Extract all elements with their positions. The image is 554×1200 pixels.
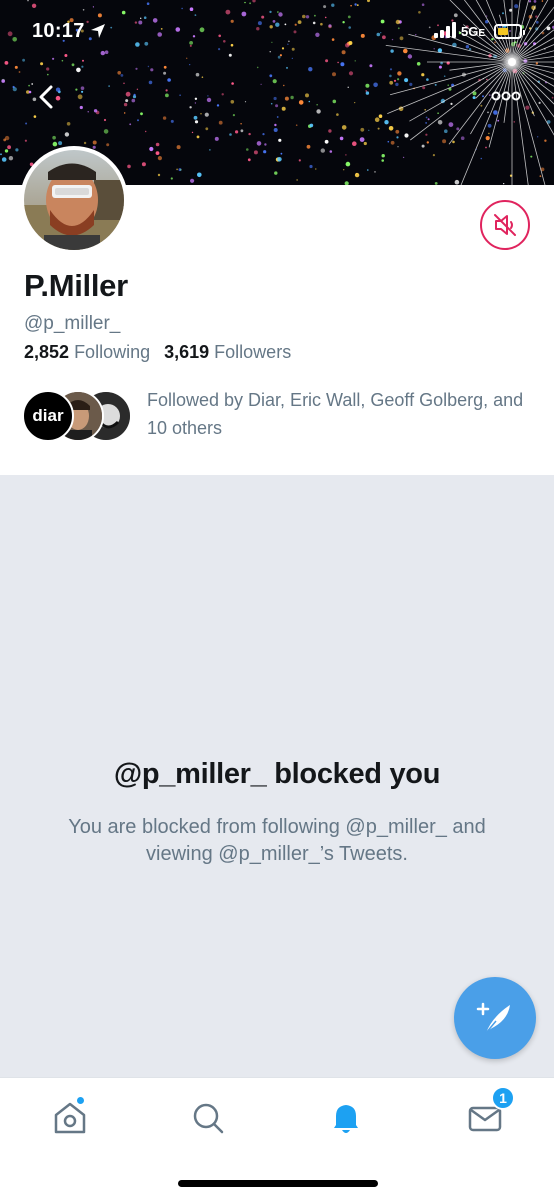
blocked-title: @p_miller_ blocked you: [113, 758, 441, 790]
search-icon: [193, 1103, 224, 1134]
unmute-button[interactable]: [480, 200, 530, 250]
tab-search[interactable]: [188, 1098, 228, 1138]
muted-speaker-icon: [494, 214, 516, 236]
signal-icon: [434, 22, 456, 38]
following-link[interactable]: 2,852 Following: [24, 342, 150, 362]
tab-messages[interactable]: 1: [465, 1086, 515, 1138]
home-new-indicator: [76, 1096, 85, 1105]
followed-by-text[interactable]: Followed by Diar, Eric Wall, Geoff Golbe…: [147, 386, 537, 442]
blocked-message: You are blocked from following @p_miller…: [68, 816, 486, 865]
profile-handle: @p_miller_: [24, 313, 121, 334]
avatar-image: [24, 150, 124, 250]
follow-stats: 2,852 Following 3,619 Followers: [24, 342, 291, 363]
followers-label: Followers: [214, 342, 292, 362]
home-icon: [54, 1102, 86, 1134]
follower-avatar-diar: diar: [22, 390, 74, 442]
followed-by-avatars[interactable]: diar: [22, 390, 134, 444]
network-type: 5GE: [461, 24, 486, 39]
followers-count: 3,619: [164, 342, 210, 362]
tab-notifications[interactable]: [326, 1098, 366, 1138]
home-indicator: [178, 1180, 378, 1187]
location-arrow-icon: [91, 24, 105, 38]
status-time: 10:17: [32, 20, 85, 42]
following-label: Following: [74, 342, 151, 362]
compose-feather-icon: [476, 1002, 510, 1034]
battery-icon: [494, 24, 525, 39]
compose-tweet-button[interactable]: [454, 977, 536, 1059]
profile-name: P.Miller: [24, 268, 128, 303]
profile-avatar[interactable]: [20, 146, 128, 254]
more-options-button[interactable]: [490, 86, 522, 106]
tab-home[interactable]: [50, 1096, 90, 1138]
messages-badge: 1: [491, 1086, 515, 1110]
following-count: 2,852: [24, 342, 70, 362]
status-bar: 10:17 5GE: [0, 0, 554, 60]
bell-icon: [334, 1105, 358, 1133]
followers-link[interactable]: 3,619 Followers: [164, 342, 291, 362]
back-button[interactable]: [32, 82, 62, 112]
